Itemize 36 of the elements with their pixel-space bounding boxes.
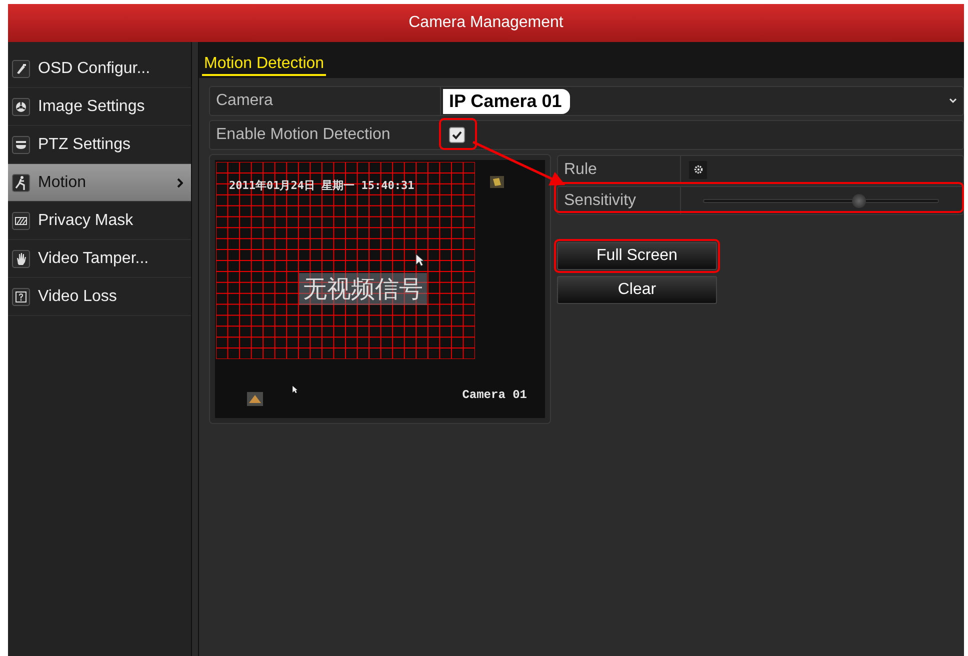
camera-dropdown[interactable]: IP Camera 01 (441, 87, 963, 115)
bell-icon (490, 176, 504, 188)
caret-icon (949, 98, 957, 104)
field-label: Camera (210, 87, 441, 115)
checkbox[interactable] (449, 127, 465, 143)
hatched-rectangle-icon (12, 212, 30, 230)
sidebar-item[interactable]: Video Tamper... (8, 240, 191, 278)
field-label: Enable Motion Detection (210, 121, 441, 149)
motion-grid[interactable] (216, 162, 475, 359)
channel-name: Camera 01 (462, 388, 527, 402)
running-figure-icon (12, 174, 30, 192)
dome-camera-icon (12, 136, 30, 154)
pen-icon (12, 60, 30, 78)
tab[interactable]: Motion Detection (202, 55, 326, 76)
sidebar-item[interactable]: Video Loss (8, 278, 191, 316)
chevron-icon (177, 178, 183, 188)
sensitivity-slider[interactable] (703, 192, 939, 208)
sidebar-item[interactable]: OSD Configur... (8, 50, 191, 88)
slider-thumb[interactable] (852, 194, 866, 208)
window-title: Camera Management (408, 14, 564, 32)
sidebar-item[interactable]: Privacy Mask (8, 202, 191, 240)
field-label: Sensitivity (558, 187, 681, 214)
warning-icon (247, 392, 263, 406)
sidebar-item[interactable]: Image Settings (8, 88, 191, 126)
field-label: Rule (558, 156, 681, 183)
settings-icon (692, 164, 704, 175)
cursor-icon (292, 385, 298, 394)
highlight-box (439, 118, 477, 150)
question-mark-icon (12, 288, 30, 306)
settings-button[interactable] (689, 160, 707, 178)
hand-icon (12, 250, 30, 268)
sidebar-item[interactable]: Motion (8, 164, 191, 202)
action-button[interactable]: Full Screen (557, 242, 717, 270)
action-button[interactable]: Clear (557, 276, 717, 304)
cursor-icon (415, 253, 425, 267)
aperture-icon (12, 98, 30, 116)
